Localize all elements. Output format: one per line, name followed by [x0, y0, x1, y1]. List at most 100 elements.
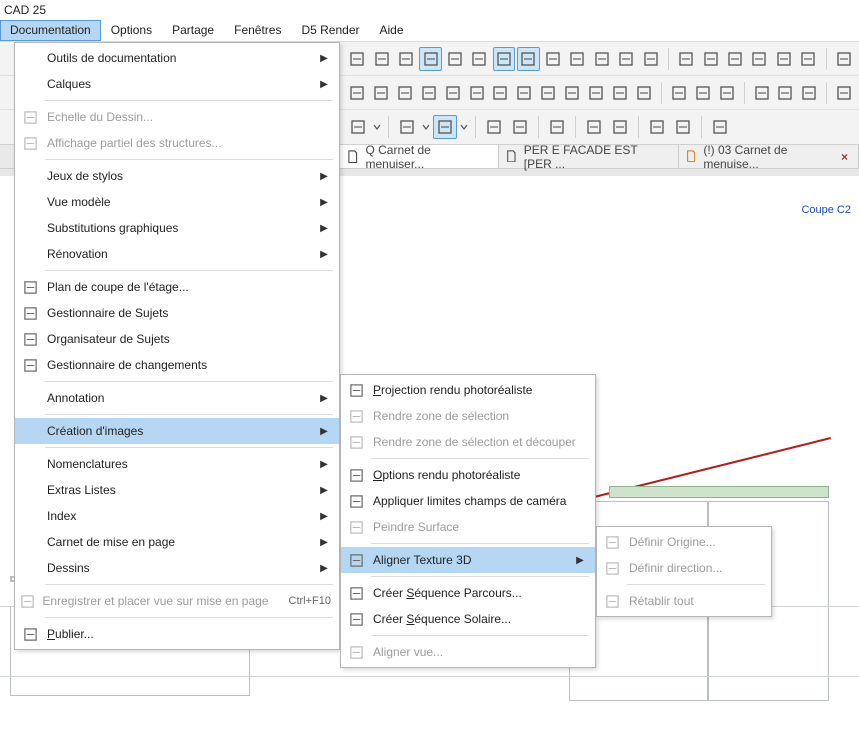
toolbar-dome-icon[interactable]	[466, 81, 488, 105]
menu-item-cr-ation-d-images[interactable]: Création d'images▶	[15, 418, 339, 444]
menu-item-r-novation[interactable]: Rénovation▶	[15, 241, 339, 267]
toolbar-bulb-icon[interactable]	[585, 81, 607, 105]
toolbar-dropdown-arrow[interactable]	[459, 123, 469, 131]
toolbar-tag2-icon[interactable]	[774, 81, 796, 105]
toolbar-paint-icon[interactable]	[433, 115, 457, 139]
menu-item-shortcut: Ctrl+F10	[269, 595, 332, 607]
toolbar-beam-icon[interactable]	[370, 81, 392, 105]
toolbar-pick-icon[interactable]	[699, 47, 721, 71]
toolbar-link-icon[interactable]	[346, 81, 368, 105]
menu-item-publier[interactable]: Publier...	[15, 621, 339, 647]
submenu-arrow-icon: ▶	[317, 53, 331, 64]
toolbar-light-icon[interactable]	[609, 81, 631, 105]
toolbar-home-icon[interactable]	[395, 115, 419, 139]
toolbar-layout-icon[interactable]	[615, 47, 637, 71]
toolbar-folder-icon[interactable]	[482, 115, 506, 139]
toolbar-ramp-icon[interactable]	[513, 81, 535, 105]
toolbar-double-icon[interactable]	[797, 47, 819, 71]
menubar-item-partage[interactable]: Partage	[162, 20, 224, 41]
toolbar-tool-icon[interactable]	[508, 115, 532, 139]
scale-icon	[19, 107, 41, 127]
toolbar-rotate-icon[interactable]	[517, 47, 539, 71]
menu-item-gestionnaire-de-sujets[interactable]: Gestionnaire de Sujets	[15, 300, 339, 326]
menu-item-extras-listes[interactable]: Extras Listes▶	[15, 477, 339, 503]
toolbar-circle-icon[interactable]	[542, 47, 564, 71]
menu-item-gestionnaire-de-changements[interactable]: Gestionnaire de changements	[15, 352, 339, 378]
toolbar-cube-icon[interactable]	[798, 81, 820, 105]
toolbar-frame-icon[interactable]	[370, 47, 392, 71]
menu-item-appliquer-limites-champs-de-cam-ra[interactable]: Appliquer limites champs de caméra	[341, 488, 595, 514]
toolbar-gear-icon[interactable]	[346, 115, 370, 139]
menu-item-options-rendu-photor-aliste[interactable]: Options rendu photoréaliste	[341, 462, 595, 488]
menu-item-dessins[interactable]: Dessins▶	[15, 555, 339, 581]
close-icon[interactable]: ×	[835, 150, 848, 164]
toolbar-camera-icon[interactable]	[545, 115, 569, 139]
toolbar-id-icon[interactable]	[668, 81, 690, 105]
toolbar-spot-icon[interactable]	[633, 81, 655, 105]
menubar-item-fenêtres[interactable]: Fenêtres	[224, 20, 291, 41]
document-tab[interactable]: Q Carnet de menuiser...	[340, 145, 499, 168]
toolbar-wing-icon[interactable]	[418, 81, 440, 105]
toolbar-ruler-h-icon[interactable]	[395, 47, 417, 71]
toolbar-wave-icon[interactable]	[442, 81, 464, 105]
toolbar-refresh-icon[interactable]	[708, 115, 732, 139]
toolbar-crop-icon[interactable]	[419, 47, 441, 71]
menu-item-annotation[interactable]: Annotation▶	[15, 385, 339, 411]
menu-item-jeux-de-stylos[interactable]: Jeux de stylos▶	[15, 163, 339, 189]
toolbar-brush-icon[interactable]	[724, 47, 746, 71]
toolbar-film-icon[interactable]	[582, 115, 606, 139]
toolbar-record-icon[interactable]	[608, 115, 632, 139]
toolbar-ribbon-icon[interactable]	[716, 81, 738, 105]
menu-item-plan-de-coupe-de-l-tage[interactable]: Plan de coupe de l'étage...	[15, 274, 339, 300]
toolbar-texture-icon[interactable]	[493, 47, 515, 71]
menu-item-label: Outils de documentation	[41, 51, 317, 65]
toolbar-grid-plus-icon[interactable]	[444, 47, 466, 71]
menu-item-organisateur-de-sujets[interactable]: Organisateur de Sujets	[15, 326, 339, 352]
toolbar-star-icon[interactable]	[591, 47, 613, 71]
menubar-item-d5-render[interactable]: D5 Render	[291, 20, 369, 41]
toolbar-panel-icon[interactable]	[833, 81, 855, 105]
toolbar-bold-icon[interactable]	[832, 47, 854, 71]
menu-item-label: Options rendu photoréaliste	[367, 468, 587, 482]
submenu-arrow-icon: ▶	[317, 563, 331, 574]
menubar-item-documentation[interactable]: Documentation	[0, 20, 101, 41]
toolbar-monitor-icon[interactable]	[645, 115, 669, 139]
menu-item-projection-rendu-photor-aliste[interactable]: Projection rendu photoréaliste	[341, 377, 595, 403]
document-tab[interactable]: PER E FACADE EST [PER ...	[499, 145, 679, 168]
document-tab[interactable]: (!) 03 Carnet de menuise...×	[679, 145, 859, 168]
toolbar-tag1-icon[interactable]	[751, 81, 773, 105]
toolbar-angle-icon[interactable]	[468, 47, 490, 71]
direction-icon	[601, 558, 623, 578]
save-place-icon	[19, 591, 36, 611]
toolbar-layers-icon[interactable]	[639, 47, 661, 71]
toolbar-fx-icon[interactable]	[671, 115, 695, 139]
menu-item-rendre-zone-de-s-lection: Rendre zone de sélection	[341, 403, 595, 429]
menu-item-vue-mod-le[interactable]: Vue modèle▶	[15, 189, 339, 215]
menu-item-substitutions-graphiques[interactable]: Substitutions graphiques▶	[15, 215, 339, 241]
menubar-item-options[interactable]: Options	[101, 20, 162, 41]
menu-item-nomenclatures[interactable]: Nomenclatures▶	[15, 451, 339, 477]
menu-item-cr-er-s-quence-solaire[interactable]: Créer Séquence Solaire...	[341, 606, 595, 632]
toolbar-line-icon[interactable]	[566, 47, 588, 71]
tab-label: Q Carnet de menuiser...	[365, 143, 488, 171]
toolbar-dropdown-arrow[interactable]	[372, 123, 382, 131]
menu-item-outils-de-documentation[interactable]: Outils de documentation▶	[15, 45, 339, 71]
toolbar-rail-icon[interactable]	[537, 81, 559, 105]
toolbar-shield-icon[interactable]	[692, 81, 714, 105]
menu-item-aligner-texture-3d[interactable]: Aligner Texture 3D▶	[341, 547, 595, 573]
menu-item-calques[interactable]: Calques▶	[15, 71, 339, 97]
toolbar-align-icon[interactable]	[748, 47, 770, 71]
menu-item-carnet-de-mise-en-page[interactable]: Carnet de mise en page▶	[15, 529, 339, 555]
toolbar-col-icon[interactable]	[394, 81, 416, 105]
toolbar-stair-icon[interactable]	[490, 81, 512, 105]
toolbar-scissors-icon[interactable]	[675, 47, 697, 71]
toolbar-cursor-icon[interactable]	[773, 47, 795, 71]
toolbar-dropdown-arrow[interactable]	[421, 123, 431, 131]
menubar-item-aide[interactable]: Aide	[370, 20, 414, 41]
menu-item-index[interactable]: Index▶	[15, 503, 339, 529]
menu-item-cr-er-s-quence-parcours[interactable]: Créer Séquence Parcours...	[341, 580, 595, 606]
toolbar-grid9-icon[interactable]	[561, 81, 583, 105]
toolbar-page-icon[interactable]	[346, 47, 368, 71]
menu-item-label: Rendre zone de sélection et découper	[367, 435, 587, 449]
submenu-arrow-icon: ▶	[317, 393, 331, 404]
